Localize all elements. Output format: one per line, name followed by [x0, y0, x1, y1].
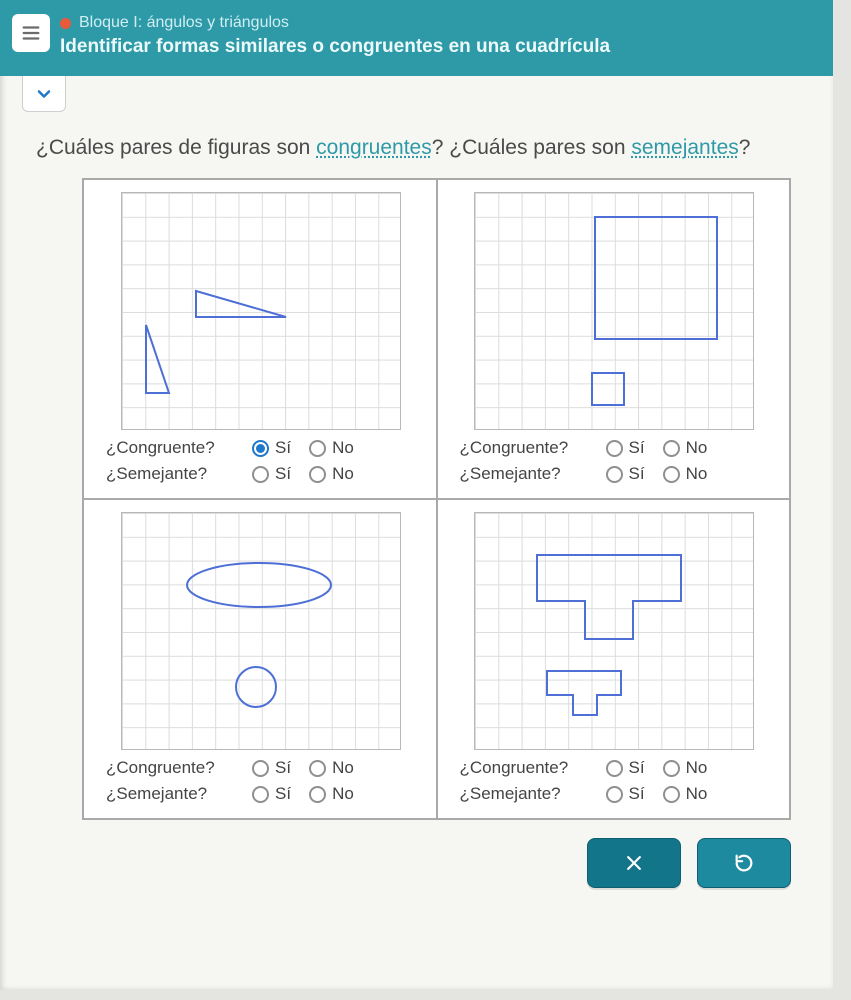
radio-c4-similar-yes[interactable]: Sí	[606, 784, 645, 804]
page-title: Identificar formas similares o congruent…	[60, 36, 817, 58]
radio-c2-congruent-no[interactable]: No	[663, 438, 708, 458]
shape-square-small	[590, 371, 628, 409]
question-text: ¿Cuáles pares de figuras son congruentes…	[0, 112, 833, 178]
radio-c1-congruent-yes[interactable]: Sí	[252, 438, 291, 458]
radio-c2-similar-no[interactable]: No	[663, 464, 708, 484]
block-row: Bloque I: ángulos y triángulos	[60, 14, 817, 32]
grid-canvas-3	[121, 512, 401, 750]
radio-c3-similar-yes[interactable]: Sí	[252, 784, 291, 804]
shape-circle	[232, 663, 280, 711]
label-congruente: ¿Congruente?	[460, 758, 588, 778]
shape-triangle-wide	[194, 289, 290, 321]
expand-toggle[interactable]	[22, 76, 66, 112]
radio-c4-similar-no[interactable]: No	[663, 784, 708, 804]
label-semejante: ¿Semejante?	[460, 784, 588, 804]
radio-c3-congruent-yes[interactable]: Sí	[252, 758, 291, 778]
q-mid: ? ¿Cuáles pares son	[432, 136, 632, 159]
figure-grid: ¿Congruente? Sí No ¿Semejante? Sí No ¿Co…	[82, 178, 791, 820]
clear-button[interactable]	[587, 838, 681, 888]
page-header: Bloque I: ángulos y triángulos Identific…	[0, 0, 833, 76]
q-suffix: ?	[739, 136, 751, 159]
reset-icon	[733, 852, 755, 874]
cell-ovals: ¿Congruente? Sí No ¿Semejante? Sí No	[84, 500, 436, 818]
radio-c1-congruent-no[interactable]: No	[309, 438, 354, 458]
grid-canvas-2	[474, 192, 754, 430]
menu-button[interactable]	[12, 14, 50, 52]
label-congruente: ¿Congruente?	[460, 438, 588, 458]
action-bar	[0, 838, 791, 888]
menu-icon	[20, 22, 42, 44]
label-semejante: ¿Semejante?	[460, 464, 588, 484]
label-semejante: ¿Semejante?	[106, 784, 234, 804]
link-congruentes[interactable]: congruentes	[316, 136, 432, 159]
radio-c3-congruent-no[interactable]: No	[309, 758, 354, 778]
cell-tshapes: ¿Congruente? Sí No ¿Semejante? Sí No	[436, 500, 790, 818]
label-congruente: ¿Congruente?	[106, 758, 234, 778]
reset-button[interactable]	[697, 838, 791, 888]
cell-squares: ¿Congruente? Sí No ¿Semejante? Sí No	[436, 180, 790, 498]
grid-canvas-4	[474, 512, 754, 750]
grid-canvas-1	[121, 192, 401, 430]
radio-c3-similar-no[interactable]: No	[309, 784, 354, 804]
shape-t-large	[535, 553, 685, 643]
block-label: Bloque I: ángulos y triángulos	[79, 14, 289, 32]
radio-c1-similar-no[interactable]: No	[309, 464, 354, 484]
shape-square-large	[593, 215, 721, 343]
close-icon	[624, 853, 644, 873]
label-semejante: ¿Semejante?	[106, 464, 234, 484]
radio-c2-congruent-yes[interactable]: Sí	[606, 438, 645, 458]
radio-c1-similar-yes[interactable]: Sí	[252, 464, 291, 484]
shape-triangle-small	[144, 323, 184, 395]
radio-c4-congruent-yes[interactable]: Sí	[606, 758, 645, 778]
shape-t-small	[545, 669, 625, 719]
radio-c2-similar-yes[interactable]: Sí	[606, 464, 645, 484]
label-congruente: ¿Congruente?	[106, 438, 234, 458]
link-semejantes[interactable]: semejantes	[631, 136, 738, 159]
chevron-down-icon	[34, 84, 54, 104]
q-prefix: ¿Cuáles pares de figuras son	[36, 136, 316, 159]
shape-ellipse	[184, 559, 334, 611]
cell-triangles: ¿Congruente? Sí No ¿Semejante? Sí No	[84, 180, 436, 498]
radio-c4-congruent-no[interactable]: No	[663, 758, 708, 778]
block-dot-icon	[60, 18, 71, 29]
